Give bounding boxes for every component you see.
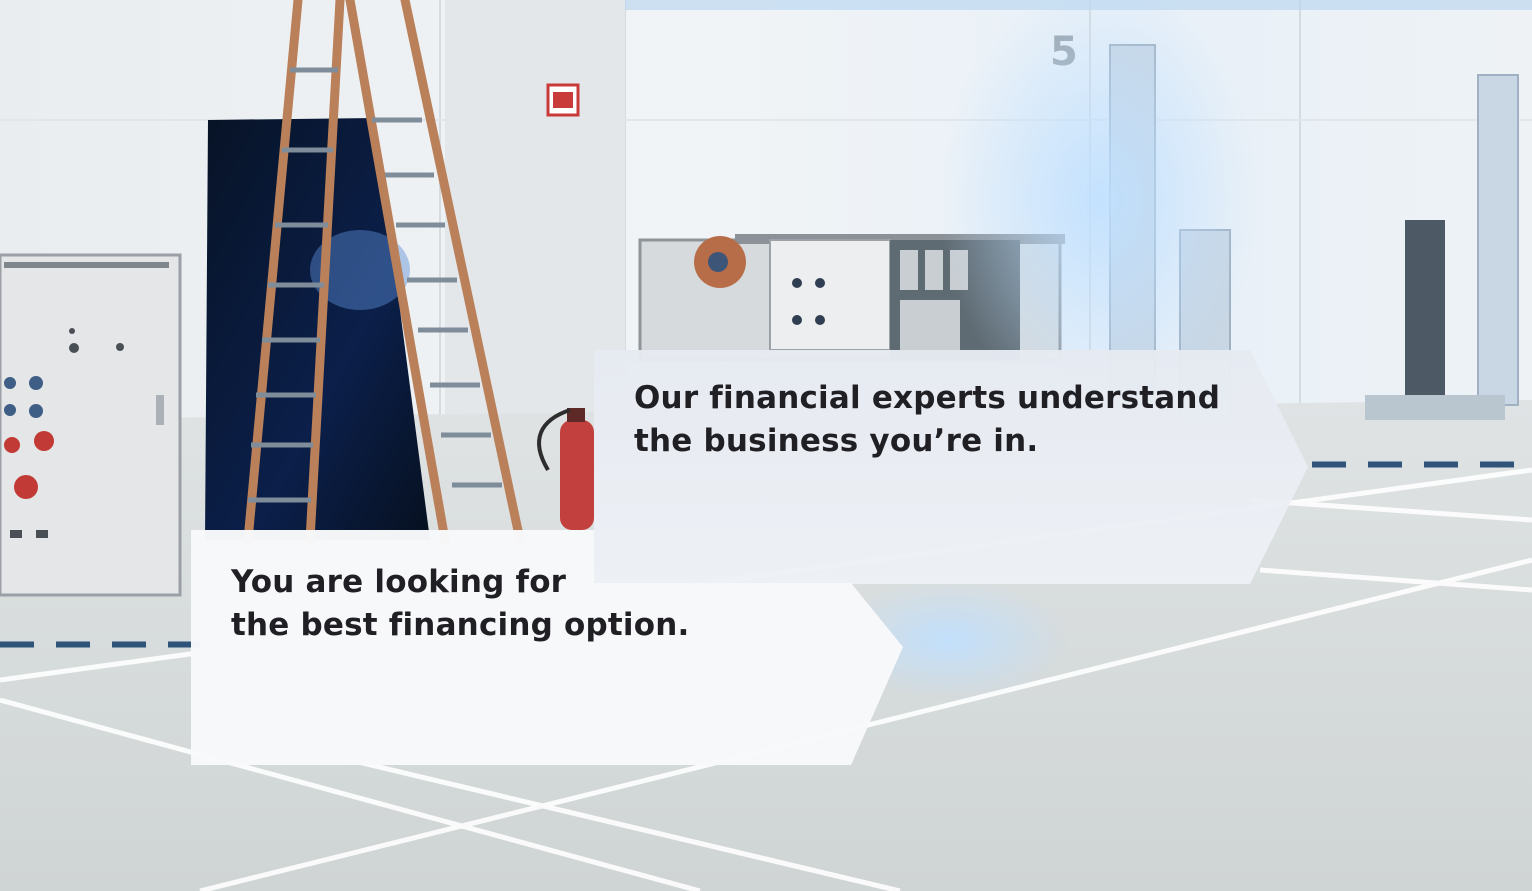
hero-banner: 5 [0,0,1532,891]
callout-experts-text: Our financial experts understand the bus… [634,377,1220,463]
dashed-connector-right [1312,461,1532,468]
dashed-connector-left [0,641,200,648]
callout-experts-line-2: the business you’re in. [634,423,1039,459]
callout-looking: You are looking for the best financing o… [191,530,905,765]
callout-experts-line-1: Our financial experts understand [634,380,1221,416]
callout-looking-line-1: You are looking for [231,564,567,600]
callout-looking-text: You are looking for the best financing o… [231,561,689,647]
callout-looking-line-2: the best financing option. [231,607,690,643]
